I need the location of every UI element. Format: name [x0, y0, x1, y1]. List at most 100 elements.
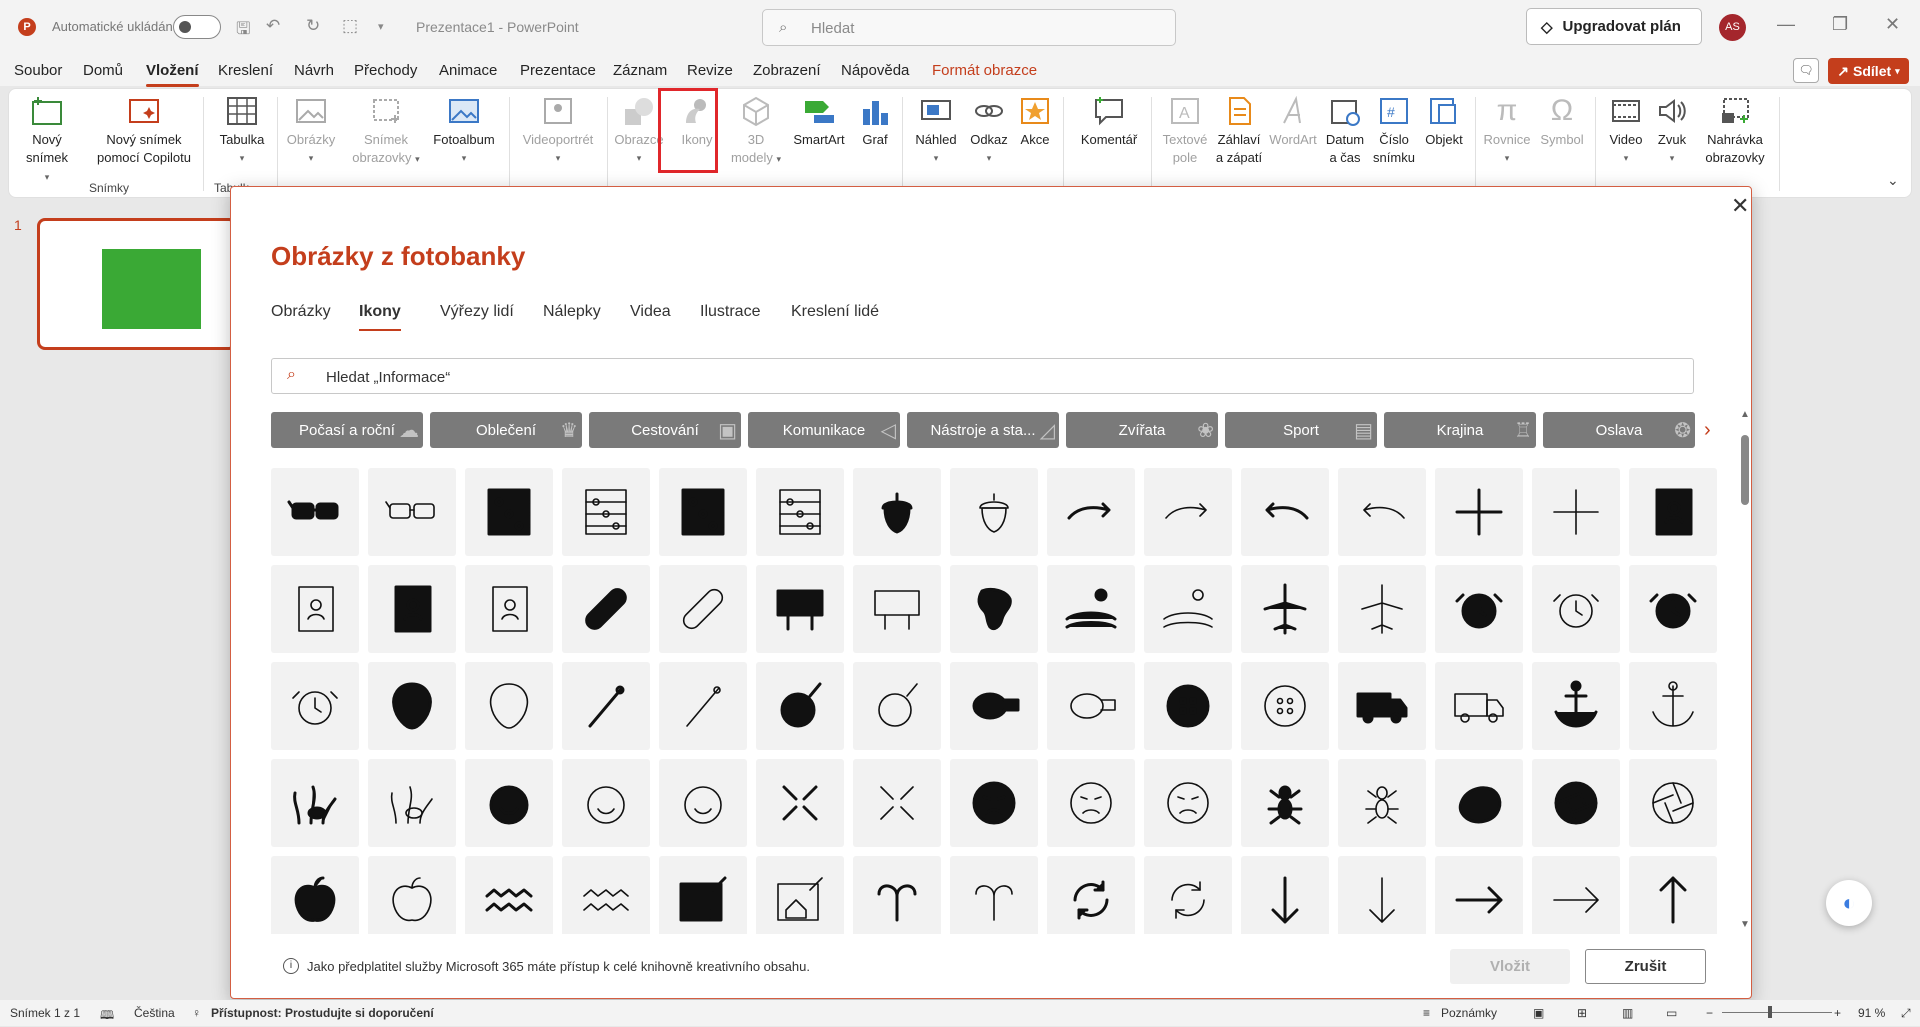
stock-search-input[interactable]: ⌕ Hledat „Informace“	[271, 358, 1694, 394]
category-landscape[interactable]: Krajina ♖	[1384, 412, 1536, 448]
icon-tile-abacus-thin[interactable]	[756, 468, 844, 556]
icon-tile-alarm-clock-outline[interactable]	[1532, 565, 1620, 653]
menu-vlozeni[interactable]: Vložení	[146, 62, 199, 87]
3d-models-button[interactable]: 3D modely ▾	[727, 93, 785, 168]
icon-tile-architecture-outline[interactable]	[756, 856, 844, 934]
menu-zobrazeni[interactable]: Zobrazení	[753, 62, 821, 79]
icon-tile-farm-landscape-filled[interactable]	[1047, 565, 1135, 653]
category-travel[interactable]: Cestování ▣	[589, 412, 741, 448]
scroll-thumb[interactable]	[1741, 435, 1749, 505]
menu-soubor[interactable]: Soubor	[14, 62, 62, 79]
fit-slide-icon[interactable]: ⤢	[1901, 1006, 1911, 1021]
icon-tile-alarm-clock-filled[interactable]	[1435, 565, 1523, 653]
icon-tile-plus-thin[interactable]	[1532, 468, 1620, 556]
menu-revize[interactable]: Revize	[687, 62, 733, 79]
icon-tile-acorn-outline[interactable]	[950, 468, 1038, 556]
menu-navrh[interactable]: Návrh	[294, 62, 334, 79]
redo-icon[interactable]: ↻	[306, 16, 320, 36]
icon-tile-angry-face-filled[interactable]	[950, 759, 1038, 847]
cancel-button[interactable]: Zrušit	[1585, 949, 1706, 984]
category-sport[interactable]: Sport ▤	[1225, 412, 1377, 448]
menu-prezentace[interactable]: Prezentace	[520, 62, 596, 79]
icon-tile-aquarius-outline[interactable]	[562, 856, 650, 934]
icon-tile-aperture-outline[interactable]	[1629, 759, 1717, 847]
category-animals[interactable]: Zvířata ❀	[1066, 412, 1218, 448]
video-portrait-button[interactable]: Videoportrét ▾	[513, 93, 603, 167]
icon-tile-arrow-down-bold[interactable]	[1241, 856, 1329, 934]
icon-tile-acorn-filled[interactable]	[853, 468, 941, 556]
icon-tile-airplane-outline[interactable]	[1338, 565, 1426, 653]
tab-ilustrace[interactable]: Ilustrace	[700, 303, 760, 321]
icon-tile-address-book-filled[interactable]	[1629, 468, 1717, 556]
icon-tile-needle-filled[interactable]	[562, 662, 650, 750]
table-button[interactable]: Tabulka ▾	[212, 93, 272, 167]
icon-tile-antarctica-filled[interactable]	[1435, 759, 1523, 847]
icon-tile-bandage-outline[interactable]	[659, 565, 747, 653]
icon-tile-angel-face-light[interactable]	[659, 759, 747, 847]
audio-button[interactable]: Zvuk ▾	[1649, 93, 1695, 167]
icon-tile-apple-filled[interactable]	[271, 856, 359, 934]
icon-tile-yarn-outline[interactable]	[853, 662, 941, 750]
tab-vyrezy-lidi[interactable]: Výřezy lidí	[440, 303, 514, 321]
ribbon-collapse-icon[interactable]: ⌄	[1887, 172, 1899, 189]
menu-prechody[interactable]: Přechody	[354, 62, 417, 79]
photo-album-button[interactable]: Fotoalbum ▾	[423, 93, 505, 167]
present-icon[interactable]: ⬚	[342, 16, 358, 36]
category-clothing[interactable]: Oblečení ♛	[430, 412, 582, 448]
icon-tile-needle-outline[interactable]	[659, 662, 747, 750]
copilot-slide-button[interactable]: Nový snímek pomocí Copilotu	[89, 93, 199, 167]
icon-tile-ambulance-filled[interactable]	[1338, 662, 1426, 750]
tab-obrazky[interactable]: Obrázky	[271, 303, 331, 321]
video-button[interactable]: Video ▾	[1603, 93, 1649, 167]
icon-tile-aries-outline[interactable]	[950, 856, 1038, 934]
zoom-slider[interactable]	[1722, 1012, 1832, 1013]
icon-tile-refresh-outline[interactable]	[1144, 856, 1232, 934]
icon-tile-angry-face-light[interactable]	[1144, 759, 1232, 847]
icon-tile-aperture-filled[interactable]	[1532, 759, 1620, 847]
icon-tile-arrow-curve-left-thin[interactable]	[1338, 468, 1426, 556]
tab-ikony[interactable]: Ikony	[359, 303, 401, 331]
wordart-button[interactable]: WordArt	[1265, 93, 1321, 149]
icon-tile-button-outline[interactable]	[1241, 662, 1329, 750]
icon-tile-arrow-right-bold[interactable]	[1435, 856, 1523, 934]
icon-tile-abacus-filled[interactable]	[465, 468, 553, 556]
icon-tile-arrow-down-thin[interactable]	[1338, 856, 1426, 934]
upgrade-button[interactable]: ◇ Upgradovat plán	[1526, 8, 1702, 45]
icon-tile-bandage-filled[interactable]	[562, 565, 650, 653]
icon-tile-3d-glasses-filled[interactable]	[271, 468, 359, 556]
icon-tile-plus-bold[interactable]	[1435, 468, 1523, 556]
icon-tile-arrow-curve-left-bold[interactable]	[1241, 468, 1329, 556]
slide-thumbnail[interactable]	[37, 218, 237, 350]
icon-tile-measuring-tape-filled[interactable]	[950, 662, 1038, 750]
insert-button[interactable]: Vložit	[1450, 949, 1570, 984]
scrollbar[interactable]: ▲ ▼	[1740, 409, 1750, 930]
icon-tile-alien-outline[interactable]	[465, 662, 553, 750]
close-window-icon[interactable]: ✕	[1885, 14, 1900, 35]
global-search-input[interactable]: ⌕ Hledat	[762, 9, 1176, 46]
icon-tile-alien-filled[interactable]	[368, 662, 456, 750]
icon-tile-africa-filled[interactable]	[950, 565, 1038, 653]
category-weather[interactable]: Počasí a roční ☁	[271, 412, 423, 448]
menu-napoveda[interactable]: Nápověda	[841, 62, 909, 79]
icon-tile-ambulance-outline[interactable]	[1435, 662, 1523, 750]
tab-kresleni-lide[interactable]: Kreslení lidé	[791, 303, 879, 321]
action-button[interactable]: Akce	[1012, 93, 1058, 149]
icon-tile-abacus-outline[interactable]	[562, 468, 650, 556]
menu-zaznam[interactable]: Záznam	[613, 62, 667, 79]
icon-tile-ant-outline[interactable]	[1338, 759, 1426, 847]
icon-tile-measuring-tape-outline[interactable]	[1047, 662, 1135, 750]
scroll-down-icon[interactable]: ▼	[1740, 919, 1750, 930]
icon-tile-billboard-filled[interactable]	[756, 565, 844, 653]
slide-sorter-icon[interactable]: ⊞	[1577, 1006, 1587, 1020]
symbol-button[interactable]: Ω Symbol	[1535, 93, 1589, 149]
icon-tile-apple-outline[interactable]	[368, 856, 456, 934]
chart-button[interactable]: Graf	[853, 93, 897, 149]
icon-tile-angel-face-filled[interactable]	[465, 759, 553, 847]
icon-tile-anchor-filled[interactable]	[1532, 662, 1620, 750]
link-button[interactable]: Odkaz ▾	[966, 93, 1012, 167]
icon-tile-airplane-filled[interactable]	[1241, 565, 1329, 653]
icon-tile-button-filled[interactable]	[1144, 662, 1232, 750]
menu-domu[interactable]: Domů	[83, 62, 123, 79]
pictures-button[interactable]: Obrázky ▾	[281, 93, 341, 167]
menu-format-obrazce[interactable]: Formát obrazce	[932, 62, 1037, 79]
